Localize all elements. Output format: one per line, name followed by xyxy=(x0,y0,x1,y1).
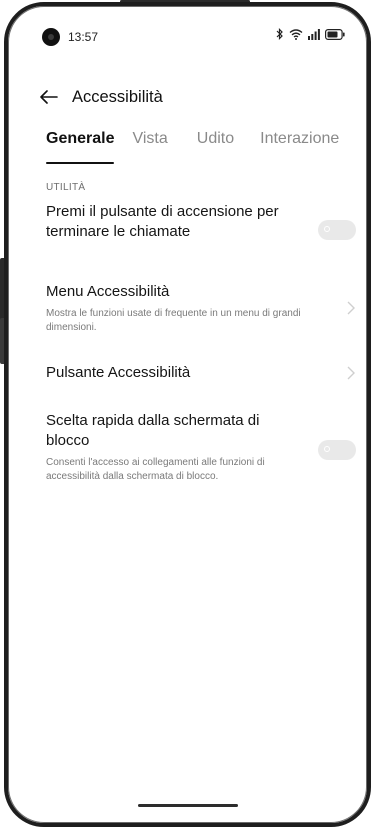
list-item-accessibility-button[interactable]: Pulsante Accessibilità xyxy=(46,363,311,383)
bluetooth-icon xyxy=(276,28,284,40)
item-description: Consenti l'accesso ai collegamenti alle … xyxy=(46,457,265,482)
tab-vista[interactable]: Vista xyxy=(132,130,167,164)
tab-udito[interactable]: Udito xyxy=(197,130,234,164)
chevron-right-icon xyxy=(347,366,355,380)
battery-icon xyxy=(325,28,345,40)
status-icons xyxy=(276,28,345,40)
item-title: Premi il pulsante di accensione per term… xyxy=(46,203,279,240)
tab-generale[interactable]: Generale xyxy=(46,130,115,164)
home-indicator[interactable] xyxy=(137,804,238,807)
signal-icon xyxy=(308,28,320,40)
back-button[interactable] xyxy=(38,86,60,108)
item-description: Mostra le funzioni usate di frequente in… xyxy=(46,308,301,333)
tab-bar: Generale Vista Udito Interazione xyxy=(46,130,357,164)
status-time: 13:57 xyxy=(68,30,99,44)
front-camera xyxy=(42,28,60,46)
item-title: Menu Accessibilità xyxy=(46,283,170,300)
tab-interazione[interactable]: Interazione xyxy=(260,130,339,164)
item-title: Scelta rapida dalla schermata di blocco xyxy=(46,412,260,449)
item-title: Pulsante Accessibilità xyxy=(46,364,191,381)
arrow-left-icon xyxy=(40,90,58,104)
status-bar: 13:57 xyxy=(8,22,367,50)
list-item-power-button-ends-call[interactable]: Premi il pulsante di accensione per term… xyxy=(46,202,297,242)
list-item-accessibility-menu[interactable]: Menu Accessibilità Mostra le funzioni us… xyxy=(46,282,311,335)
page-title: Accessibilità xyxy=(72,87,163,106)
app-header: Accessibilità xyxy=(38,84,347,110)
list-item-lock-screen-shortcut[interactable]: Scelta rapida dalla schermata di blocco … xyxy=(46,411,297,484)
power-button-ends-call-toggle[interactable] xyxy=(318,220,356,240)
chevron-right-icon xyxy=(347,301,355,315)
phone-screen: 13:57 Accessibilità Generale Vista Udito… xyxy=(4,2,371,827)
lock-screen-shortcut-toggle[interactable] xyxy=(318,440,356,460)
wifi-icon xyxy=(289,28,303,40)
section-label: UTILITÀ xyxy=(46,182,86,193)
